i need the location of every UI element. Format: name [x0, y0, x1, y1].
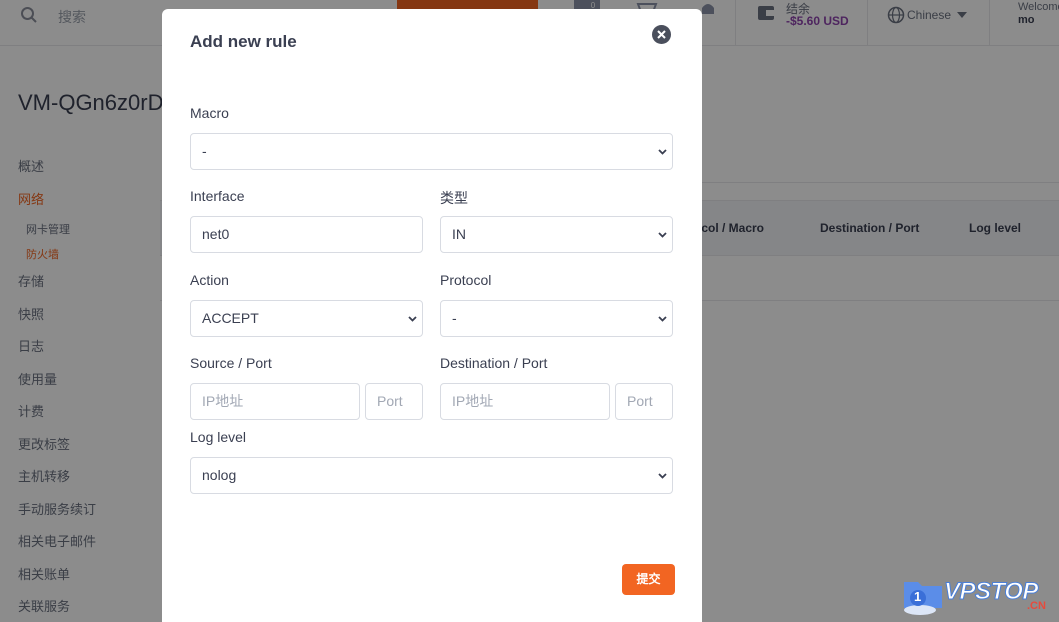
action-value: ACCEPT: [202, 310, 259, 326]
macro-value: -: [202, 143, 207, 159]
destination-port-label: Destination / Port: [440, 355, 548, 371]
destination-port-input[interactable]: Port: [615, 383, 673, 420]
action-select[interactable]: ACCEPT: [190, 300, 423, 337]
interface-input[interactable]: net0: [190, 216, 423, 253]
submit-button[interactable]: 提交: [622, 564, 675, 595]
watermark-subtext: .CN: [1027, 600, 1046, 612]
chevron-down-icon: [658, 473, 667, 479]
protocol-value: -: [452, 310, 457, 326]
log-level-value: nolog: [202, 467, 237, 483]
modal-title: Add new rule: [190, 32, 297, 51]
chevron-down-icon: [658, 316, 667, 322]
close-icon: [657, 30, 666, 39]
watermark-badge: 1: [914, 589, 922, 604]
watermark-logo: [904, 582, 942, 615]
type-label: 类型: [440, 190, 468, 206]
type-value: IN: [452, 226, 466, 242]
add-rule-modal: Add new rule Macro - Interface net0 类型 I…: [162, 9, 702, 622]
watermark-text: VPSTOP: [944, 578, 1039, 606]
protocol-select[interactable]: -: [440, 300, 673, 337]
interface-value: net0: [202, 226, 230, 242]
close-button[interactable]: [652, 25, 671, 44]
protocol-label: Protocol: [440, 272, 492, 288]
log-level-label: Log level: [190, 429, 247, 445]
type-select[interactable]: IN: [440, 216, 673, 253]
macro-label: Macro: [190, 105, 229, 121]
source-port-input[interactable]: Port: [365, 383, 423, 420]
source-port-label: Source / Port: [190, 355, 272, 371]
destination-ip-input[interactable]: IP地址: [440, 383, 610, 420]
chevron-down-icon: [408, 316, 417, 322]
action-label: Action: [190, 272, 229, 288]
macro-select[interactable]: -: [190, 133, 673, 170]
chevron-down-icon: [658, 149, 667, 155]
interface-label: Interface: [190, 188, 245, 204]
chevron-down-icon: [658, 232, 667, 238]
source-ip-input[interactable]: IP地址: [190, 383, 360, 420]
log-level-select[interactable]: nolog: [190, 457, 673, 494]
